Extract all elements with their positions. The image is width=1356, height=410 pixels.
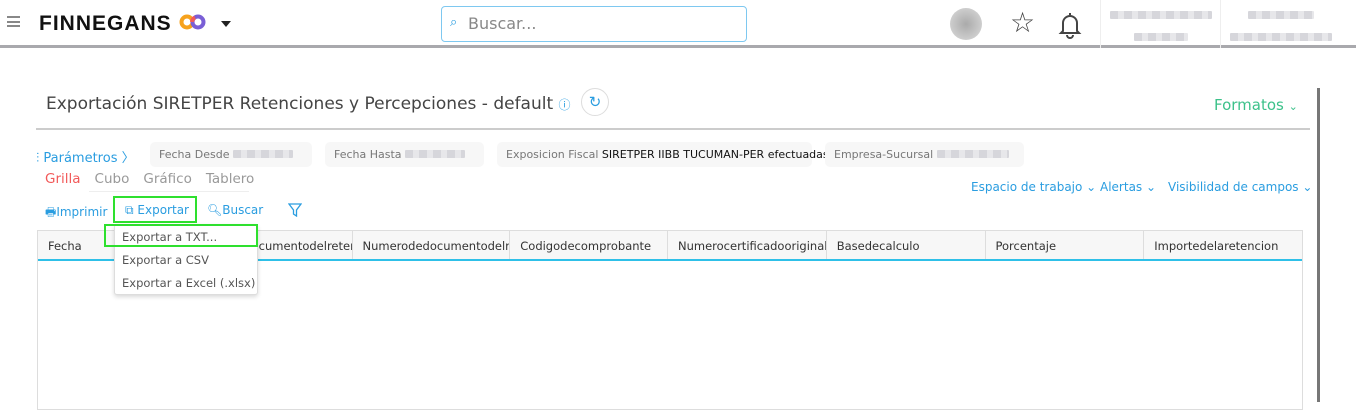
divider [89,191,249,192]
column-header[interactable]: Numerodedocumentodelretenido [353,231,511,259]
column-header[interactable]: Numerocertificadooriginal [668,231,827,259]
user-role-blurred [1134,33,1188,41]
search-placeholder: Buscar... [468,14,537,33]
column-header[interactable]: Porcentaje [986,231,1145,259]
tab-cubo[interactable]: Cubo [95,171,130,187]
search-icon: ⌕ [450,15,458,30]
tab-tablero[interactable]: Tablero [206,171,254,187]
search-input[interactable]: ⌕ Buscar... [441,6,747,42]
search-button[interactable]: 🔍︎Buscar [207,203,263,217]
star-icon[interactable]: ☆ [1010,6,1035,39]
printer-icon: 🖶 [45,205,57,219]
tab-grafico[interactable]: Gráfico [143,171,191,187]
alertas-dropdown[interactable]: Alertas ⌄ [1100,180,1156,194]
export-excel-item[interactable]: Exportar a Excel (.xlsx) [115,271,257,294]
magnifier-icon: 🔍︎ [207,203,223,217]
divider [1220,0,1221,48]
column-header[interactable]: Codigodecomprobante [510,231,668,259]
param-exposicion-fiscal[interactable]: Exposicion Fiscal SIRETPER IIBB TUCUMAN-… [497,142,829,167]
formatos-dropdown[interactable]: Formatos ⌄ [1214,96,1298,114]
divider [36,128,1310,130]
company-branch-blurred [1230,33,1332,41]
logo[interactable]: FINNEGANS [39,12,207,36]
company-name-blurred [1248,11,1314,19]
page-title: Exportación SIRETPER Retenciones y Perce… [46,94,571,114]
chevron-down-icon: ⌄ [1288,100,1298,113]
param-empresa-sucursal[interactable]: Empresa-Sucursal [825,142,1024,167]
logo-mark-icon [179,14,206,30]
scrollbar[interactable] [1317,88,1320,402]
export-button[interactable]: ⧉ Exportar [113,196,197,223]
filter-icon[interactable] [288,203,302,217]
export-csv-item[interactable]: Exportar a CSV [115,248,257,271]
espacio-trabajo-dropdown[interactable]: Espacio de trabajo ⌄ [971,180,1096,194]
column-header[interactable]: Basedecalculo [827,231,986,259]
company-dropdown-icon[interactable] [221,21,231,27]
view-tabs: Grilla Cubo Gráfico Tablero [45,171,268,187]
param-fecha-desde[interactable]: Fecha Desde [150,142,312,167]
tab-grilla[interactable]: Grilla [45,171,81,187]
logo-text: FINNEGANS [39,12,172,35]
assistant-icon[interactable] [950,8,982,40]
column-header[interactable]: Importedelaretencion [1144,231,1302,259]
visibilidad-campos-dropdown[interactable]: Visibilidad de campos ⌄ [1168,180,1312,194]
user-name-blurred [1110,11,1212,19]
print-button[interactable]: 🖶Imprimir [45,203,107,224]
info-icon[interactable]: ⓘ [559,98,571,112]
external-link-icon: ⧉ [125,203,134,217]
parametros-toggle[interactable]: ⫶ Parámetros 〉 [36,147,135,166]
bell-icon[interactable] [1058,11,1082,39]
hamburger-menu-icon[interactable] [7,16,20,27]
sliders-icon: ⫶ [36,151,40,166]
divider [1100,0,1101,48]
param-fecha-hasta[interactable]: Fecha Hasta [325,142,484,167]
refresh-button[interactable]: ↻ [581,88,609,116]
highlight-box [104,224,258,247]
